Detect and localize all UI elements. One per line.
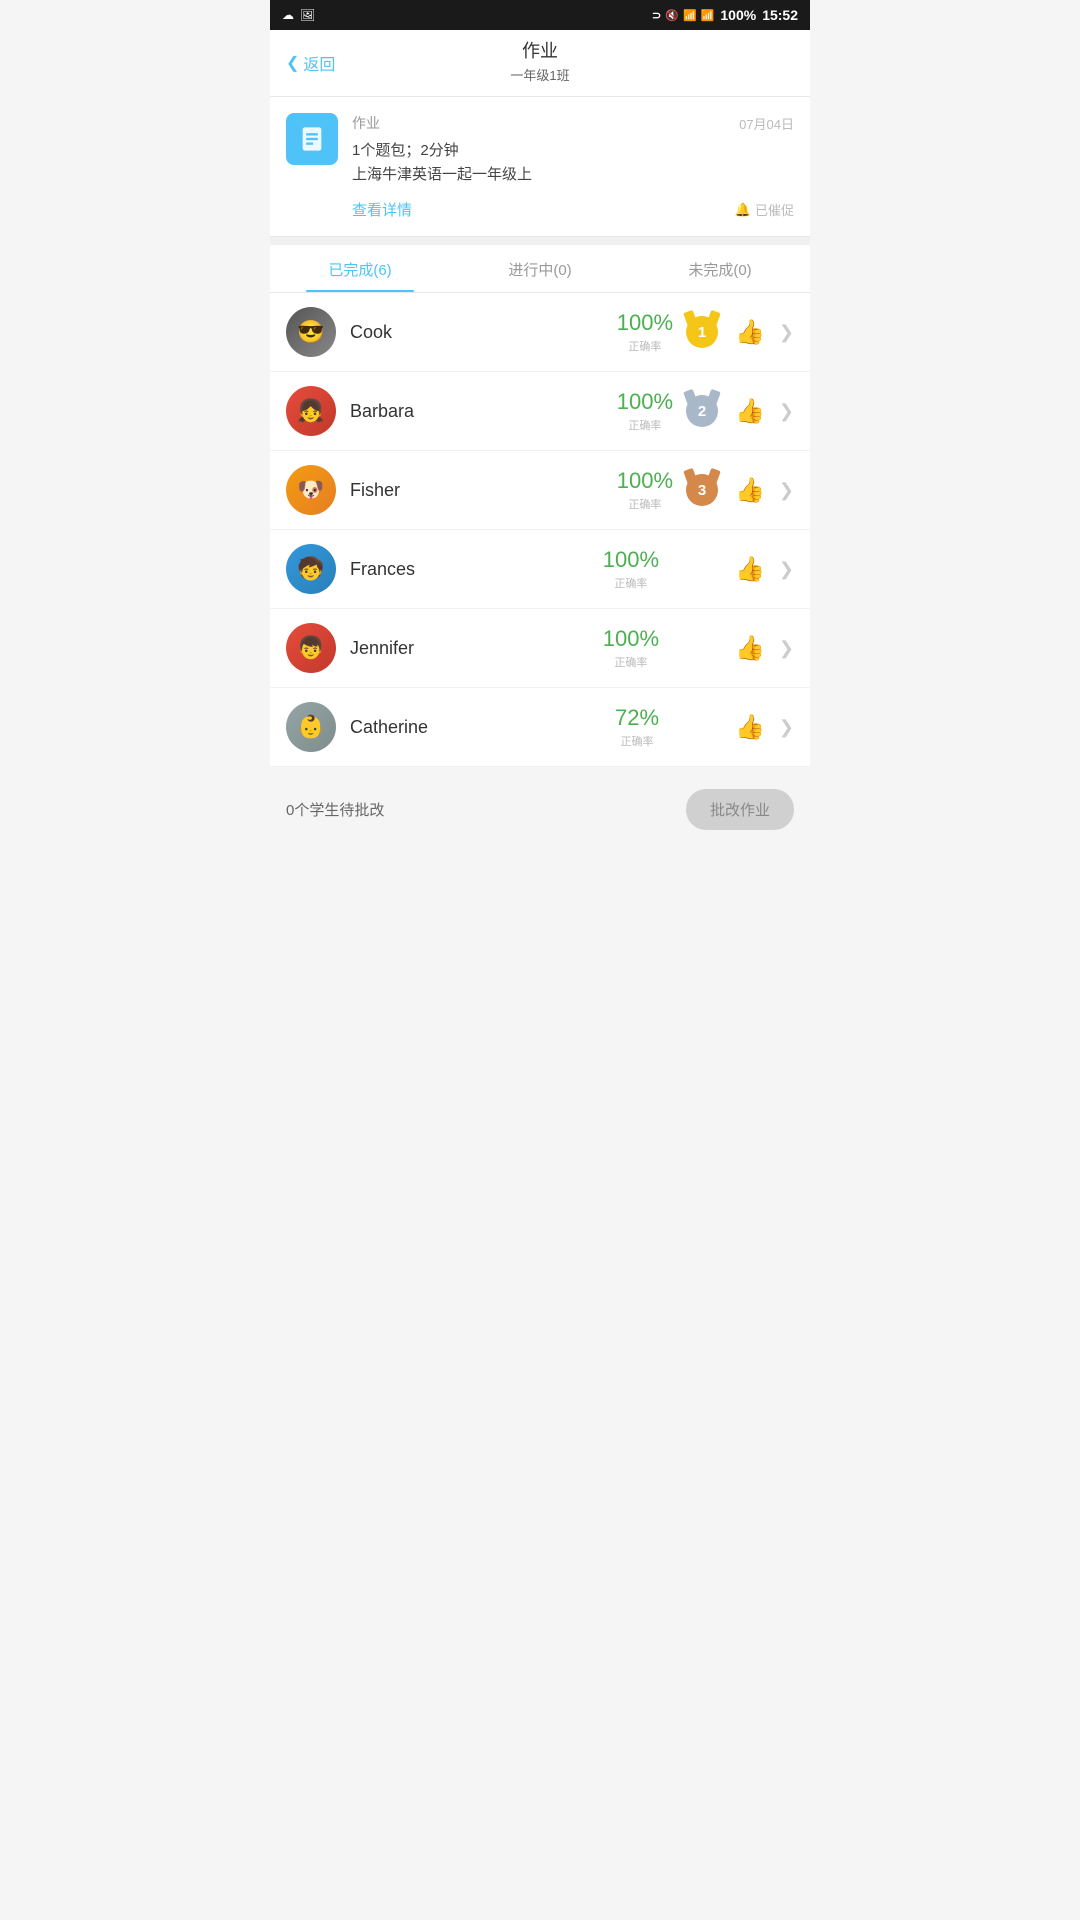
score-block: 100% 正确率: [617, 389, 673, 433]
chevron-right-icon: ❯: [779, 717, 794, 738]
tab-completed[interactable]: 已完成(6): [270, 245, 450, 292]
table-row[interactable]: 👶 Catherine 72% 正确率 👍 ❯: [270, 688, 810, 767]
like-button[interactable]: 👍: [735, 318, 765, 347]
score-label: 正确率: [603, 654, 659, 670]
remind-button[interactable]: 🔔 已催促: [735, 200, 794, 219]
like-button[interactable]: 👍: [735, 397, 765, 426]
avatar: 😎: [286, 307, 336, 357]
assignment-desc2: 上海牛津英语一起一年级上: [352, 163, 794, 187]
medal-gold-icon: 1: [683, 311, 721, 353]
tab-bar: 已完成(6) 进行中(0) 未完成(0): [270, 245, 810, 293]
score-value: 72%: [615, 705, 659, 731]
assignment-info: 作业 07月04日 1个题包；2分钟 上海牛津英语一起一年级上 查看详情 🔔 已…: [352, 113, 794, 220]
status-right-info: ⊃ 🔇 📶 📶 100% 15:52: [652, 7, 798, 23]
assignment-card: 作业 07月04日 1个题包；2分钟 上海牛津英语一起一年级上 查看详情 🔔 已…: [270, 97, 810, 237]
remind-label: 已催促: [755, 200, 794, 219]
student-name: Catherine: [350, 717, 615, 738]
score-block: 72% 正确率: [615, 705, 659, 749]
score-label: 正确率: [617, 417, 673, 433]
score-block: 100% 正确率: [603, 547, 659, 591]
score-value: 100%: [603, 626, 659, 652]
chevron-right-icon: ❯: [779, 480, 794, 501]
student-name: Frances: [350, 559, 603, 580]
image-icon: 🖼: [300, 8, 315, 22]
back-label: 返回: [303, 51, 335, 75]
like-button[interactable]: 👍: [735, 476, 765, 505]
mute-icon: 🔇: [665, 9, 679, 22]
view-detail-button[interactable]: 查看详情: [352, 199, 412, 220]
chevron-left-icon: ❮: [286, 53, 299, 73]
table-row[interactable]: 🧒 Frances 100% 正确率 👍 ❯: [270, 530, 810, 609]
student-name: Cook: [350, 322, 617, 343]
section-divider: [270, 237, 810, 245]
like-button[interactable]: 👍: [735, 634, 765, 663]
score-value: 100%: [617, 310, 673, 336]
cloud-icon: ☁: [282, 8, 294, 22]
table-row[interactable]: 👦 Jennifer 100% 正确率 👍 ❯: [270, 609, 810, 688]
status-bar: ☁ 🖼 ⊃ 🔇 📶 📶 100% 15:52: [270, 0, 810, 30]
avatar: 👧: [286, 386, 336, 436]
student-name: Fisher: [350, 480, 617, 501]
header: ❮ 返回 作业 一年级1班: [270, 30, 810, 97]
avatar: 🧒: [286, 544, 336, 594]
bottom-bar: 0个学生待批改 批改作业: [270, 775, 810, 844]
student-list: 😎 Cook 100% 正确率 1 👍 ❯ 👧 Barbara 100% 正确率…: [270, 293, 810, 767]
table-row[interactable]: 👧 Barbara 100% 正确率 2 👍 ❯: [270, 372, 810, 451]
score-block: 100% 正确率: [603, 626, 659, 670]
medal-bronze-icon: 3: [683, 469, 721, 511]
wifi-icon: 📶: [683, 9, 697, 22]
pending-label: 0个学生待批改: [286, 799, 384, 820]
assignment-label: 作业: [352, 113, 380, 133]
student-name: Barbara: [350, 401, 617, 422]
score-label: 正确率: [615, 733, 659, 749]
tab-in-progress[interactable]: 进行中(0): [450, 245, 630, 292]
chevron-right-icon: ❯: [779, 559, 794, 580]
assignment-desc1: 1个题包；2分钟: [352, 139, 794, 163]
back-button[interactable]: ❮ 返回: [286, 51, 335, 75]
medal-silver-icon: 2: [683, 390, 721, 432]
chevron-right-icon: ❯: [779, 401, 794, 422]
page-subtitle: 一年级1班: [286, 65, 794, 84]
table-row[interactable]: 😎 Cook 100% 正确率 1 👍 ❯: [270, 293, 810, 372]
time-label: 15:52: [762, 7, 798, 23]
chevron-right-icon: ❯: [779, 638, 794, 659]
score-block: 100% 正确率: [617, 468, 673, 512]
bluetooth-icon: ⊃: [652, 9, 661, 22]
status-left-icons: ☁ 🖼: [282, 8, 315, 22]
avatar: 👶: [286, 702, 336, 752]
table-row[interactable]: 🐶 Fisher 100% 正确率 3 👍 ❯: [270, 451, 810, 530]
avatar: 👦: [286, 623, 336, 673]
score-label: 正确率: [617, 338, 673, 354]
score-block: 100% 正确率: [617, 310, 673, 354]
signal-icons: ⊃ 🔇 📶 📶: [652, 9, 714, 22]
avatar: 🐶: [286, 465, 336, 515]
score-label: 正确率: [603, 575, 659, 591]
signal-icon: 📶: [701, 9, 715, 22]
grade-button[interactable]: 批改作业: [686, 789, 794, 830]
student-name: Jennifer: [350, 638, 603, 659]
assignment-icon: [286, 113, 338, 165]
document-icon: [298, 125, 326, 153]
page-title: 作业: [286, 40, 794, 63]
score-value: 100%: [617, 389, 673, 415]
tab-not-completed[interactable]: 未完成(0): [630, 245, 810, 292]
score-label: 正确率: [617, 496, 673, 512]
battery-label: 100%: [720, 7, 756, 23]
like-button[interactable]: 👍: [735, 713, 765, 742]
assignment-footer: 查看详情 🔔 已催促: [352, 199, 794, 220]
bell-icon: 🔔: [735, 202, 751, 218]
like-button[interactable]: 👍: [735, 555, 765, 584]
chevron-right-icon: ❯: [779, 322, 794, 343]
score-value: 100%: [603, 547, 659, 573]
assignment-date: 07月04日: [739, 114, 794, 133]
score-value: 100%: [617, 468, 673, 494]
